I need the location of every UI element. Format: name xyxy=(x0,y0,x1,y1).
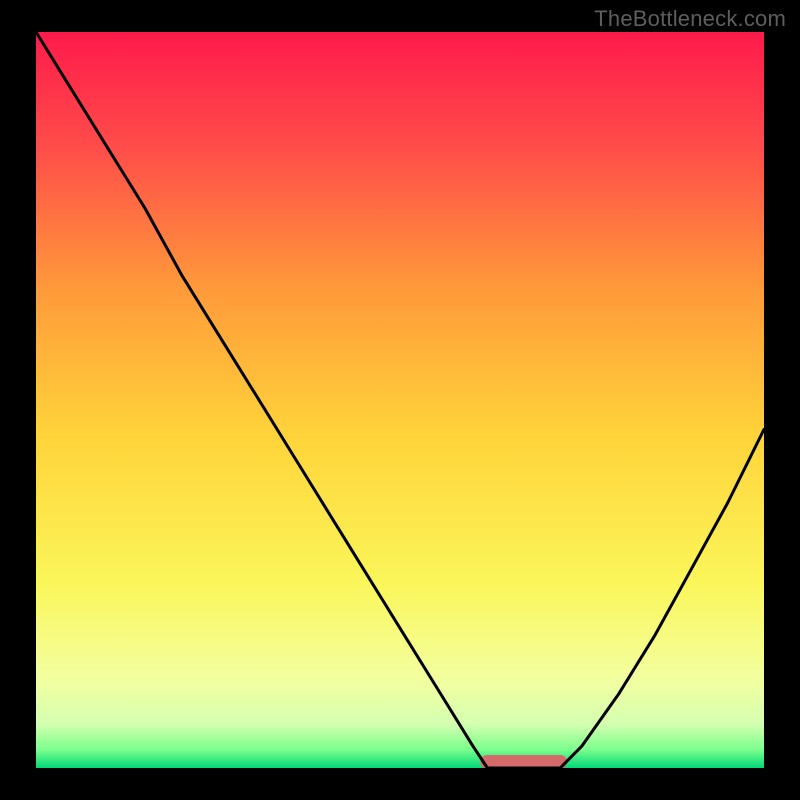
bottleneck-chart xyxy=(0,0,800,800)
watermark-text: TheBottleneck.com xyxy=(594,6,786,32)
plot-background xyxy=(36,32,764,768)
chart-frame: TheBottleneck.com xyxy=(0,0,800,800)
